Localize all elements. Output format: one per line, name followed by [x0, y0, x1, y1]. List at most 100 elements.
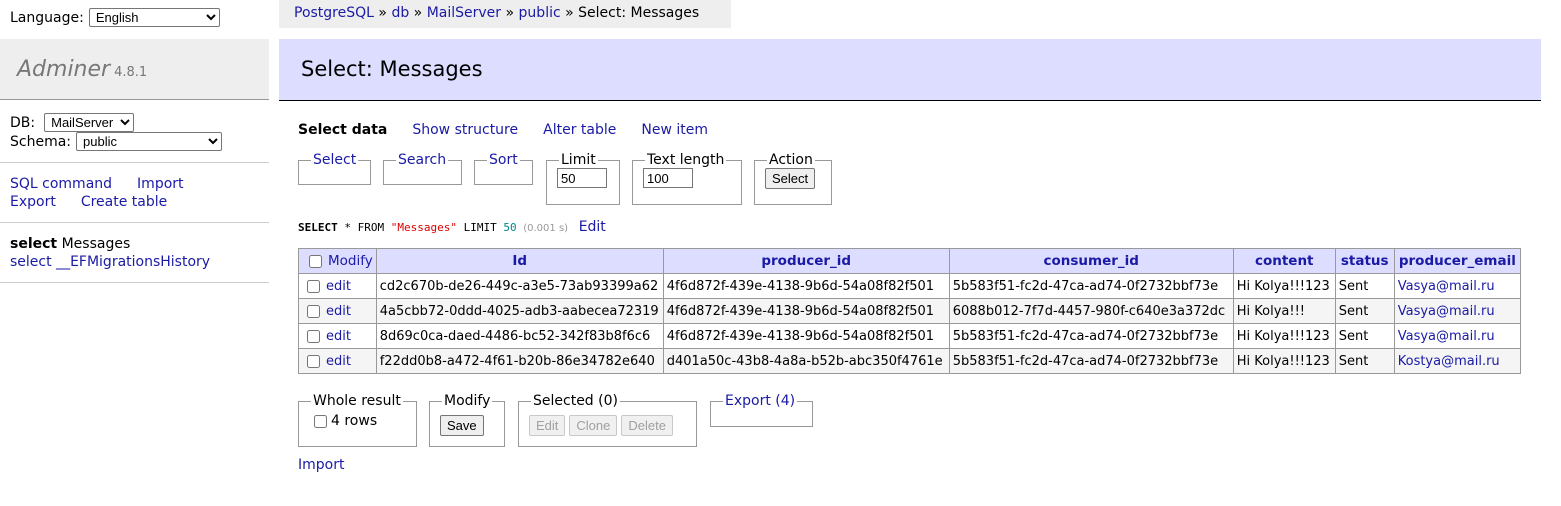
modify-header: Modify — [298, 248, 377, 274]
sql-edit-link[interactable]: Edit — [579, 219, 606, 235]
schema-select[interactable]: public — [76, 132, 223, 151]
column-header[interactable]: consumer_id — [948, 248, 1234, 274]
export-link[interactable]: Export — [10, 193, 56, 211]
tab-new-item[interactable]: New item — [641, 122, 708, 138]
row-checkbox[interactable] — [307, 354, 320, 368]
edit-selected-button[interactable]: Edit — [529, 415, 566, 436]
table-name-migrations[interactable]: __EFMigrationsHistory — [56, 254, 210, 270]
table-cell: 5b583f51-fc2d-47ca-ad74-0f2732bbf73e — [948, 348, 1234, 374]
table-cell: 4f6d872f-439e-4138-9b6d-54a08f82f501 — [662, 323, 950, 349]
select-fieldset: Select — [298, 152, 371, 185]
search-toggle[interactable]: Search — [398, 152, 446, 168]
whole-result-label: Whole result — [313, 393, 401, 409]
table-cell: Hi Kolya!!!123 — [1232, 348, 1336, 374]
breadcrumb-schema[interactable]: public — [519, 5, 561, 21]
select-link-migrations[interactable]: select — [10, 254, 52, 270]
table-cell: 5b583f51-fc2d-47ca-ad74-0f2732bbf73e — [948, 273, 1234, 299]
adminer-version: 4.8.1 — [114, 65, 148, 80]
tab-alter-table[interactable]: Alter table — [543, 122, 616, 138]
menu-divider — [0, 162, 269, 163]
create-table-link[interactable]: Create table — [81, 193, 167, 211]
table-cell: 6088b012-7f7d-4457-980f-c640e3a372dc — [948, 298, 1234, 324]
table-cell: 8d69c0ca-daed-4486-bc52-342f83b8f6c6 — [375, 323, 664, 349]
modify-label: Modify — [444, 393, 491, 409]
sql-table-name: "Messages" — [390, 221, 457, 234]
db-selector: DB: MailServer Schema: public — [10, 113, 223, 151]
select-action-button[interactable]: Select — [765, 168, 816, 189]
table-cell[interactable]: Kostya@mail.ru — [1393, 348, 1522, 374]
table-cell[interactable]: Vasya@mail.ru — [1393, 273, 1522, 299]
delete-selected-button[interactable]: Delete — [621, 415, 673, 436]
table-cell: Hi Kolya!!! — [1232, 298, 1336, 324]
breadcrumb-server[interactable]: MailServer — [427, 5, 501, 21]
tab-select-data: Select data — [298, 122, 388, 138]
text-length-input[interactable] — [643, 168, 693, 188]
row-edit-link[interactable]: edit — [326, 354, 351, 369]
import-link[interactable]: Import — [137, 175, 183, 193]
limit-input[interactable] — [557, 168, 607, 188]
breadcrumb-db[interactable]: db — [391, 5, 409, 21]
selected-label: Selected (0) — [533, 393, 618, 409]
import-data-link[interactable]: Import — [298, 457, 344, 473]
row-checkbox[interactable] — [307, 304, 320, 318]
sql-star: * — [344, 221, 351, 234]
search-fieldset: Search — [383, 152, 462, 185]
brand-header: Adminer 4.8.1 — [0, 39, 269, 100]
row-checkbox[interactable] — [307, 329, 320, 343]
row-checkbox[interactable] — [307, 279, 320, 293]
breadcrumb-separator: » — [413, 5, 423, 21]
all-rows-checkbox[interactable] — [314, 414, 327, 428]
row-actions: edit — [298, 273, 377, 299]
row-edit-link[interactable]: edit — [326, 329, 351, 344]
row-edit-link[interactable]: edit — [326, 279, 351, 294]
column-header[interactable]: producer_id — [662, 248, 950, 274]
sql-limit: 50 — [503, 221, 517, 234]
limit-fieldset: Limit — [546, 152, 620, 205]
table-cell: d401a50c-43b8-4a8a-b52b-abc350f4761e — [662, 348, 950, 374]
clone-selected-button[interactable]: Clone — [569, 415, 618, 436]
table-item-messages: select Messages — [10, 235, 210, 253]
action-label: Action — [769, 152, 813, 168]
table-cell[interactable]: Vasya@mail.ru — [1393, 323, 1522, 349]
sidebar: Language: English Adminer 4.8.1 DB: MailS… — [0, 0, 269, 506]
table-row: edit f22dd0b8-a472-4f61-b20b-86e34782e640… — [298, 348, 1522, 374]
select-all-checkbox[interactable] — [309, 254, 322, 268]
column-header[interactable]: status — [1334, 248, 1395, 274]
column-header[interactable]: producer_email — [1393, 248, 1522, 274]
sql-keyword: FROM — [357, 221, 385, 234]
language-select[interactable]: English — [88, 8, 220, 27]
all-rows-option[interactable]: 4 rows — [309, 413, 406, 429]
menu-divider — [0, 282, 269, 283]
sql-keyword: LIMIT — [463, 221, 497, 234]
table-list: select Messages select __EFMigrationsHis… — [10, 235, 210, 271]
row-edit-link[interactable]: edit — [326, 304, 351, 319]
table-cell: 4f6d872f-439e-4138-9b6d-54a08f82f501 — [662, 298, 950, 324]
breadcrumb-postgresql[interactable]: PostgreSQL — [294, 5, 374, 21]
export-toggle[interactable]: Export (4) — [725, 393, 795, 409]
select-columns-toggle[interactable]: Select — [313, 152, 356, 168]
sql-keyword: SELECT — [298, 221, 338, 234]
select-link-messages[interactable]: select — [10, 236, 57, 252]
tab-show-structure[interactable]: Show structure — [412, 122, 518, 138]
sort-toggle[interactable]: Sort — [489, 152, 518, 168]
row-actions: edit — [298, 323, 377, 349]
table-cell[interactable]: Vasya@mail.ru — [1393, 298, 1522, 324]
table-name-messages[interactable]: Messages — [62, 236, 131, 252]
whole-result-fieldset: Whole result 4 rows — [298, 393, 417, 447]
breadcrumb-separator: » — [565, 5, 574, 21]
column-header[interactable]: content — [1232, 248, 1336, 274]
table-row: edit 4a5cbb72-0ddd-4025-adb3-aabecea72319… — [298, 298, 1522, 324]
save-button[interactable]: Save — [440, 415, 484, 436]
modify-all-link[interactable]: Modify — [328, 253, 373, 269]
table-header-row: Modify Id producer_id consumer_id conten… — [298, 248, 1522, 274]
export-fieldset: Export (4) — [710, 393, 813, 427]
action-fieldset: Action Select — [754, 152, 832, 205]
db-select[interactable]: MailServer — [44, 113, 135, 132]
sql-command-link[interactable]: SQL command — [10, 175, 112, 193]
limit-label: Limit — [561, 152, 596, 168]
column-header[interactable]: Id — [375, 248, 664, 274]
adminer-logo[interactable]: Adminer — [17, 57, 110, 82]
modify-fieldset: Modify Save — [429, 393, 505, 447]
page-title-bar: Select: Messages — [279, 39, 1541, 101]
table-row: edit cd2c670b-de26-449c-a3e5-73ab93399a62… — [298, 273, 1522, 299]
